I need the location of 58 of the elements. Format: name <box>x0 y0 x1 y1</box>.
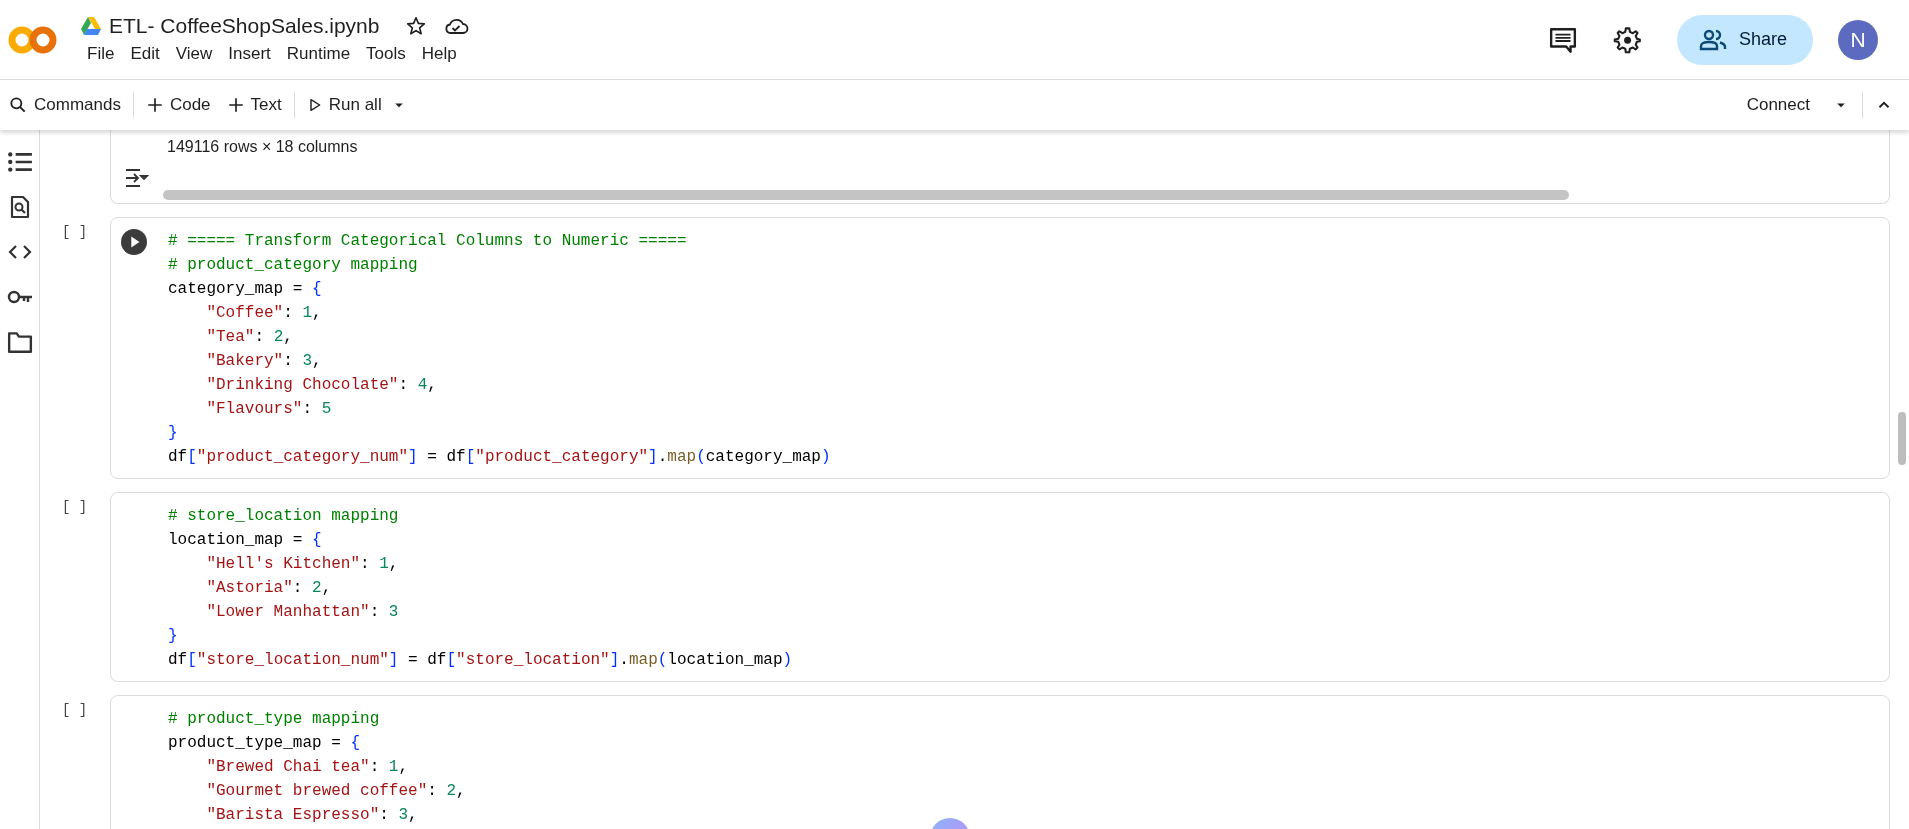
plus-icon <box>145 96 164 114</box>
output-toggle-icon[interactable] <box>123 167 149 189</box>
output-summary: 149116 rows × 18 columns <box>167 138 358 156</box>
code-cell[interactable] <box>110 217 1890 479</box>
run-cell-button[interactable] <box>121 229 147 255</box>
people-icon <box>1698 28 1727 51</box>
logo-icon[interactable] <box>8 24 58 55</box>
plus-icon <box>226 96 245 114</box>
star-icon[interactable] <box>405 14 428 37</box>
code-line: # product_category mapping <box>168 255 418 276</box>
vertical-scrollbar[interactable] <box>1898 412 1906 465</box>
menu-item[interactable]: Runtime <box>278 41 359 66</box>
code-line: # store_location mapping <box>168 506 399 527</box>
drive-icon <box>81 16 101 35</box>
code-line: "Lower Manhattan": 3 <box>206 602 399 623</box>
notebook-title[interactable]: ETL- CoffeeShopSales.ipynb <box>109 13 380 38</box>
code-line: product_type_map = { <box>168 733 361 754</box>
toolbar-button[interactable]: Code <box>137 89 219 121</box>
menu-item[interactable]: View <box>167 41 221 66</box>
code-line: "Hell's Kitchen": 1, <box>206 554 399 575</box>
code-line: "Astoria": 2, <box>206 578 332 599</box>
execution-count: [ ] <box>62 499 88 515</box>
code-line: df["product_category_num"] = df["product_category"].map(category_map) <box>168 447 831 468</box>
code-line: "Tea": 2, <box>206 327 293 348</box>
toolbar-button[interactable]: Commands <box>0 89 129 121</box>
code-line: # ===== Transform Categorical Columns to Numeric ===== <box>168 231 687 252</box>
code-line: # product_type mapping <box>168 709 380 730</box>
code-line: "Flavours": 5 <box>206 399 332 420</box>
code-line: } <box>168 626 178 647</box>
list-icon[interactable] <box>6 150 33 174</box>
code-line: } <box>168 423 178 444</box>
user-avatar[interactable]: N <box>1838 19 1878 60</box>
menu-item[interactable]: Help <box>413 41 465 66</box>
code-line: df["store_location_num"] = df["store_location"].map(location_map) <box>168 650 793 671</box>
search-icon <box>8 95 28 115</box>
code-line: "Drinking Chocolate": 4, <box>206 375 437 396</box>
toolbar-button[interactable]: Text <box>218 89 290 121</box>
code-line: "Brewed Chai tea": 1, <box>206 757 409 778</box>
execution-count: [ ] <box>62 224 88 240</box>
code-line: location_map = { <box>168 530 322 551</box>
toolbar-button[interactable]: Run all <box>298 89 390 121</box>
horizontal-scrollbar[interactable] <box>163 190 1569 200</box>
share-button[interactable]: Share <box>1676 14 1813 65</box>
code-cell[interactable]: # store_location mapping location_map = { "Hell's Kitchen": 1, "Astoria": 2, "Lower Manhattan": 3 } df["store_location_num"] = df["store_location"].map(location_map) <box>110 492 1890 682</box>
code-line: category_map = { <box>168 279 322 300</box>
connect-button[interactable]: Connect <box>1738 89 1818 121</box>
menu-item[interactable]: Insert <box>220 41 279 66</box>
code-line: "Barista Espresso": 3, <box>206 805 418 826</box>
menu-item[interactable]: Tools <box>358 41 414 66</box>
comment-icon[interactable] <box>1548 25 1577 54</box>
settings-icon[interactable] <box>1612 25 1641 54</box>
code-line: "Bakery": 3, <box>206 351 322 372</box>
code-line: "Coffee": 1, <box>206 303 322 324</box>
code-line: "Gourmet brewed coffee": 2, <box>206 781 466 802</box>
menu-item[interactable]: File <box>79 41 123 66</box>
execution-count: [ ] <box>62 702 88 718</box>
menu-item[interactable]: Edit <box>122 41 168 66</box>
folder-icon[interactable] <box>6 330 33 354</box>
